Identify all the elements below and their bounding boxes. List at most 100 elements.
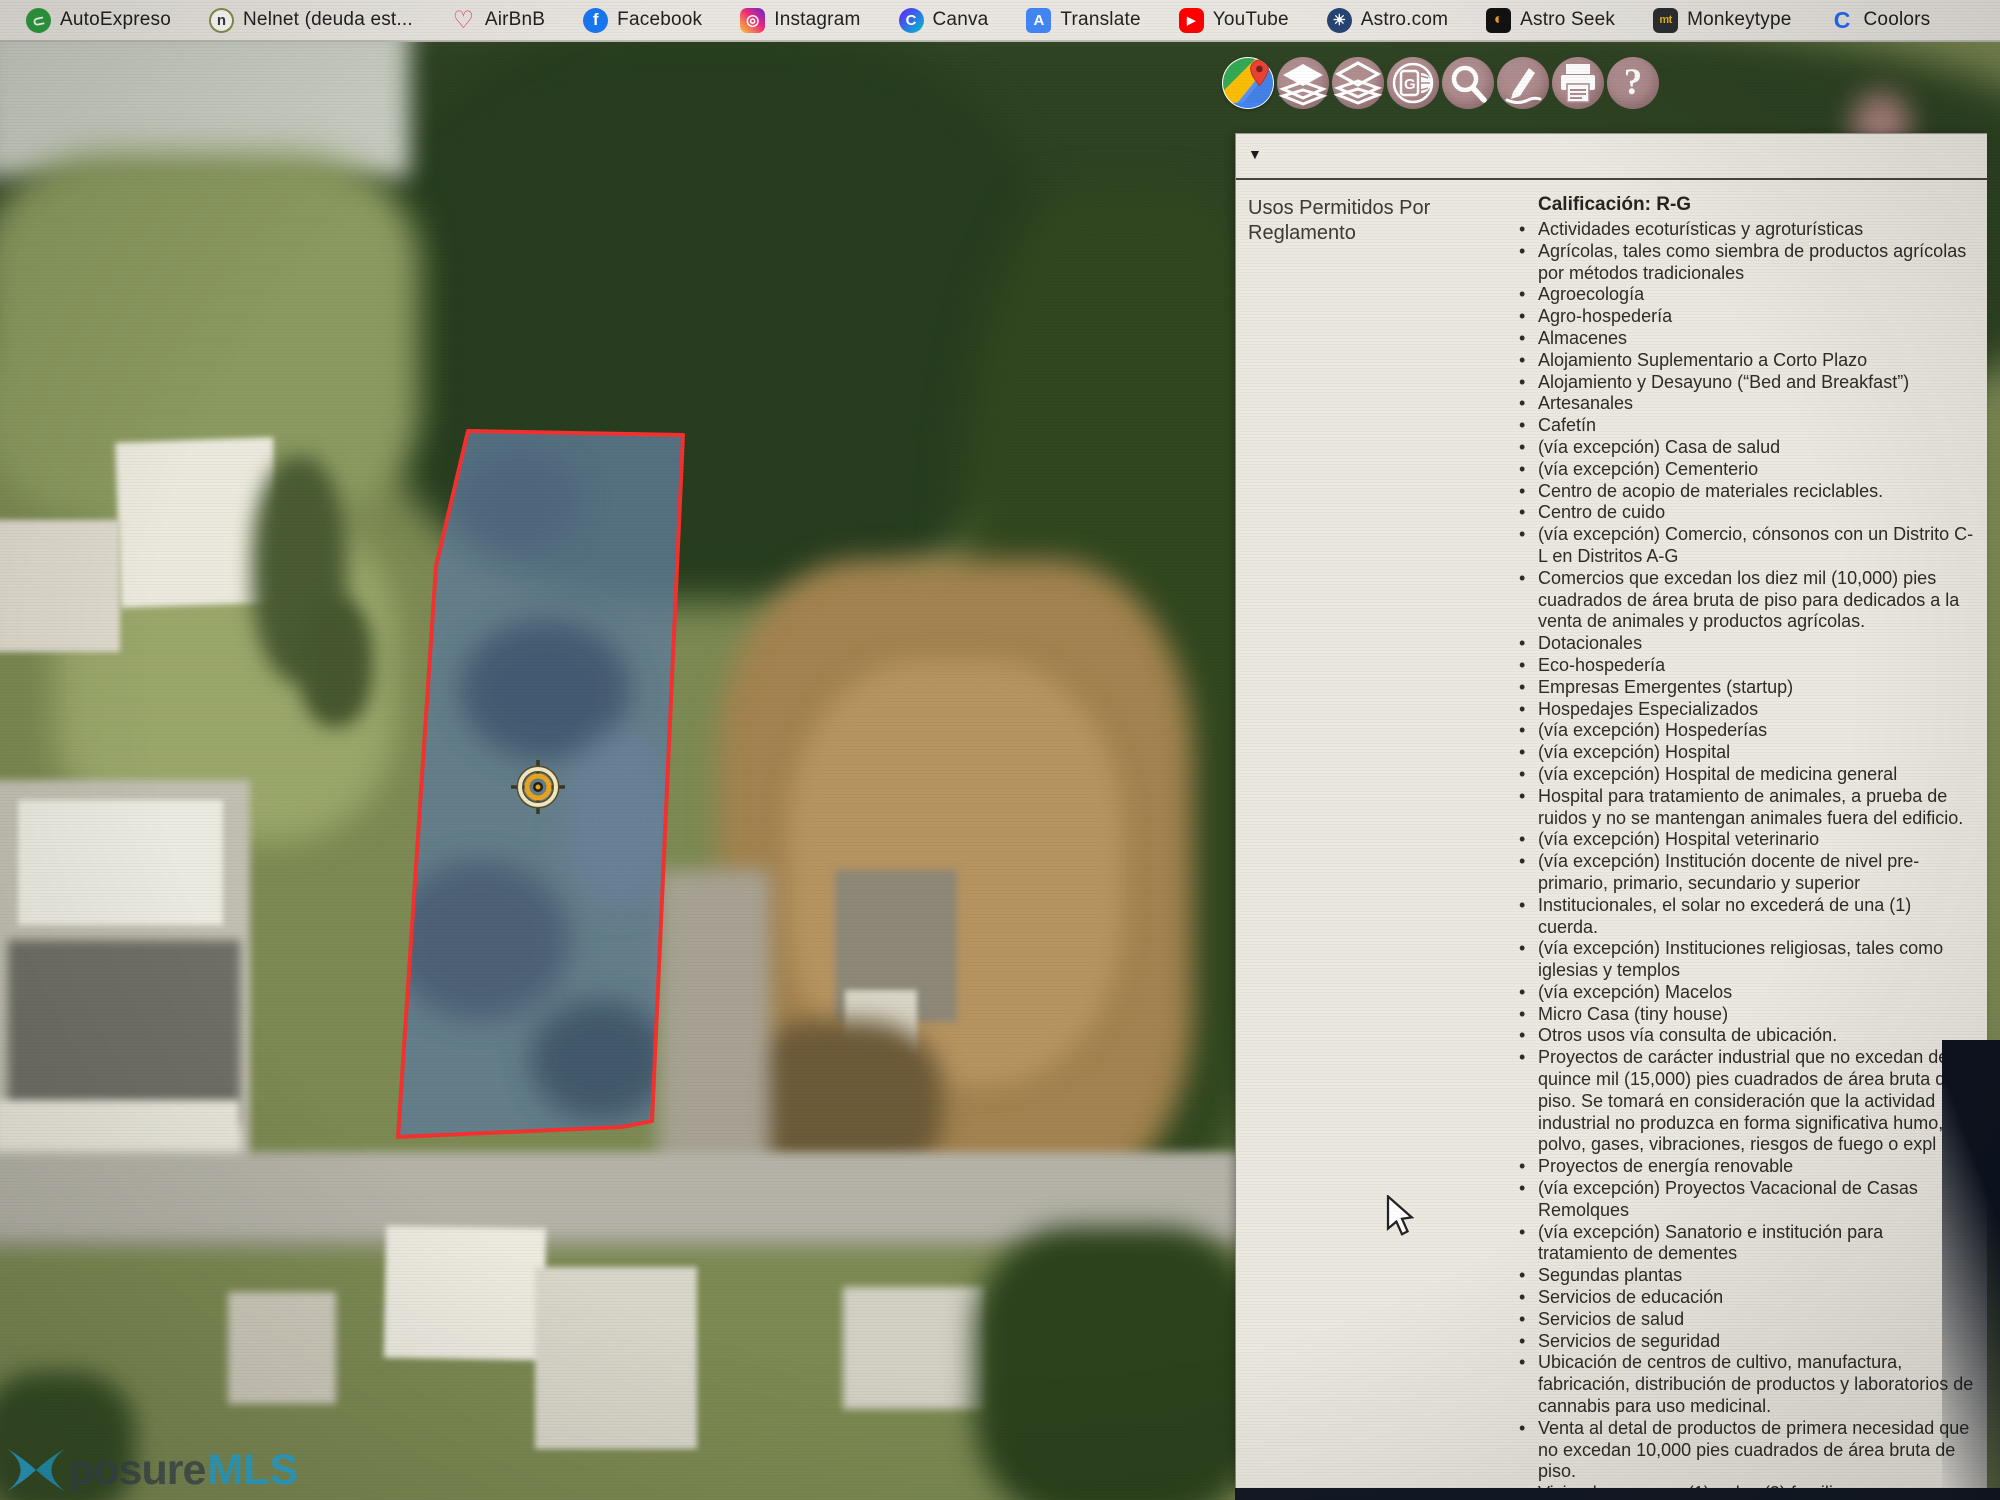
permitted-use-item: Servicios de educación [1538,1287,1975,1309]
panel-section-title: Usos Permitidos Por Reglamento [1248,196,1498,246]
qualification-label: Calificación: R-G [1538,194,1975,216]
permitted-use-item: (vía excepción) Hospital de medicina gen… [1538,764,1975,786]
bookmark-item[interactable]: mt Monkeytype [1653,8,1791,33]
print-icon[interactable] [1552,57,1604,109]
panel-content[interactable]: Calificación: R-G Actividades ecoturísti… [1538,194,1975,1488]
permitted-use-item: Empresas Emergentes (startup) [1538,677,1975,699]
signature-draw-icon[interactable] [1497,57,1549,109]
permitted-use-item: Agroecología [1538,284,1975,306]
bookmark-label: Instagram [774,9,860,31]
bookmark-label: YouTube [1213,9,1289,31]
permitted-use-item: (vía excepción) Casa de salud [1538,437,1975,459]
permitted-use-item: (vía excepción) Proyectos Vacacional de … [1538,1178,1975,1222]
permitted-use-item: Agrícolas, tales como siembra de product… [1538,241,1975,285]
permitted-use-item: Otros usos vía consulta de ubicación. [1538,1025,1975,1047]
search-icon[interactable] [1442,57,1494,109]
bookmark-item[interactable]: n Nelnet (deuda est... [209,8,413,33]
bookmark-label: Coolors [1864,9,1931,31]
bookmark-label: AirBnB [485,9,545,31]
permitted-use-item: Hospedajes Especializados [1538,699,1975,721]
permitted-use-item: Segundas plantas [1538,1265,1975,1287]
permitted-use-item: Artesanales [1538,393,1975,415]
map-terrain-palms [298,597,373,727]
bookmark-item[interactable]: ⊂ AutoExpreso [26,8,171,33]
bookmark-item[interactable]: ▶ YouTube [1179,8,1289,33]
bookmark-favicon-icon: ◐ [1486,8,1511,33]
permitted-use-item: Comercios que excedan los diez mil (10,0… [1538,568,1975,633]
permitted-use-item: (vía excepción) Hospital [1538,742,1975,764]
bookmarks-bar: ⊂ AutoExpreso n Nelnet (deuda est... ♡ A… [0,0,2000,42]
svg-text:?: ? [1624,62,1643,103]
bookmark-label: AutoExpreso [60,9,171,31]
layers-icon[interactable] [1277,57,1329,109]
svg-text:G: G [1404,76,1416,93]
layers-alt-icon[interactable] [1332,57,1384,109]
permitted-use-item: Proyectos de carácter industrial que no … [1538,1047,1975,1156]
xposure-logo-icon [4,1444,68,1496]
permitted-use-item: (vía excepción) Sanatorio e institución … [1538,1222,1975,1266]
bookmark-item[interactable]: ♡ AirBnB [451,8,545,33]
permitted-use-item: (vía excepción) Instituciones religiosas… [1538,938,1975,982]
permitted-use-item: (vía excepción) Hospederías [1538,720,1975,742]
bookmark-item[interactable]: C Canva [899,8,989,33]
bookmark-item[interactable]: A Translate [1026,8,1140,33]
map-terrain-trees [975,1227,1260,1500]
screen: posure MLS ⊂ AutoExpreso n Nelnet (deuda… [0,0,2000,1500]
permitted-uses-list: Actividades ecoturísticas y agroturístic… [1538,219,1975,1488]
bookmark-favicon-icon: n [209,8,234,33]
bookmark-label: Translate [1060,9,1140,31]
map-building-complex [18,800,223,925]
bookmark-favicon-icon: f [583,8,608,33]
google-maps-icon[interactable] [1222,57,1274,109]
permitted-use-item: (vía excepción) Comercio, cónsonos con u… [1538,524,1975,568]
help-icon[interactable]: ? [1607,57,1659,109]
permitted-use-item: Ubicación de centros de cultivo, manufac… [1538,1352,1975,1417]
mls-watermark: posure MLS [4,1444,298,1496]
watermark-word: posure [68,1446,205,1495]
bookmark-favicon-icon: ⊂ [24,5,54,35]
geolocate-g-icon[interactable]: G [1387,57,1439,109]
bookmark-favicon-icon: ☀ [1327,8,1352,33]
map-building-complex [8,940,240,1125]
bookmark-favicon-icon: C [899,8,924,33]
permitted-use-item: Servicios de seguridad [1538,1331,1975,1353]
permitted-use-item: Proyectos de energía renovable [1538,1156,1975,1178]
bookmark-item[interactable]: f Facebook [583,8,702,33]
bookmark-favicon-icon: C [1830,8,1855,33]
bookmark-label: Monkeytype [1687,9,1791,31]
bookmark-label: Astro Seek [1520,9,1615,31]
map-building [384,1226,546,1361]
permitted-use-item: Venta al detal de productos de primera n… [1538,1418,1975,1483]
bookmark-item[interactable]: ☀ Astro.com [1327,8,1448,33]
bookmark-favicon-icon: ♡ [451,8,476,33]
bookmark-item[interactable]: ◐ Astro Seek [1486,8,1615,33]
watermark-mls: MLS [207,1446,298,1495]
permitted-use-item: (vía excepción) Institución docente de n… [1538,851,1975,895]
bookmark-favicon-icon: ▶ [1179,8,1204,33]
permitted-use-item: Institucionales, el solar no excederá de… [1538,895,1975,939]
permitted-use-item: Alojamiento Suplementario a Corto Plazo [1538,350,1975,372]
bookmark-label: Facebook [617,9,702,31]
permitted-use-item: Micro Casa (tiny house) [1538,1004,1975,1026]
map-terrain-path [658,870,770,1175]
permitted-use-item: (vía excepción) Macelos [1538,982,1975,1004]
bookmark-favicon-icon: mt [1653,8,1678,33]
permitted-use-item: Agro-hospedería [1538,306,1975,328]
map-building [843,1287,985,1409]
bookmark-item[interactable]: C Coolors [1830,8,1931,33]
bookmark-label: Canva [933,9,989,31]
permitted-use-item: Hospital para tratamiento de animales, a… [1538,786,1975,830]
permitted-use-item: Cafetín [1538,415,1975,437]
map-building [535,1267,697,1449]
panel-header: ▼ [1236,134,1987,180]
permitted-use-item: Centro de cuido [1538,502,1975,524]
bookmark-item[interactable]: ◎ Instagram [740,8,860,33]
screen-edge [1235,1488,2000,1500]
bookmark-label: Nelnet (deuda est... [243,9,413,31]
permitted-use-item: Dotacionales [1538,633,1975,655]
permitted-use-item: Servicios de salud [1538,1309,1975,1331]
map-building [0,520,120,652]
permitted-use-item: Centro de acopio de materiales reciclabl… [1538,481,1975,503]
map-building [228,1292,336,1404]
collapse-arrow-icon[interactable]: ▼ [1248,146,1262,162]
